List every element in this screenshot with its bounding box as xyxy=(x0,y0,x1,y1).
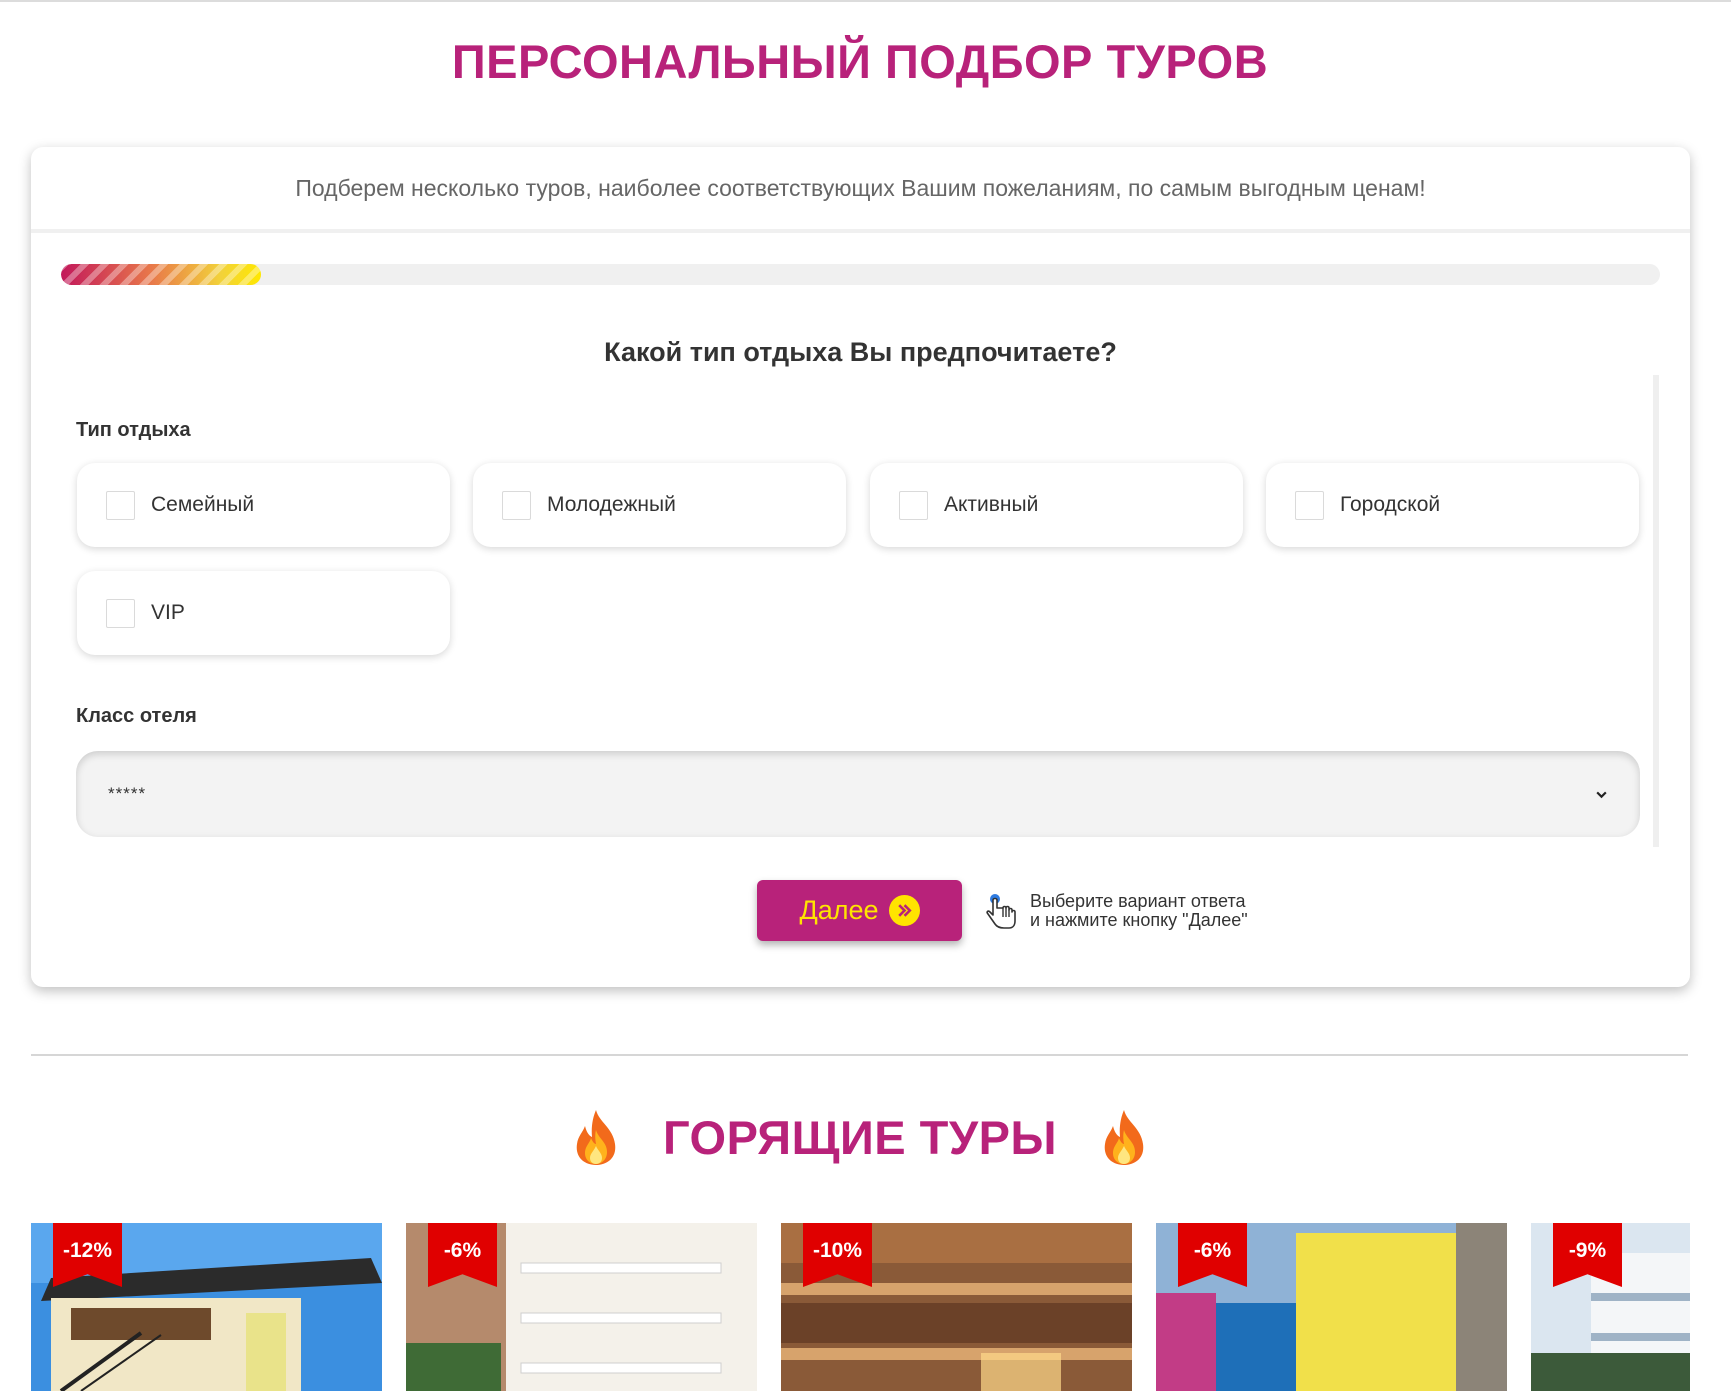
tour-card[interactable]: -9% xyxy=(1531,1223,1690,1391)
tour-card[interactable]: -6% xyxy=(406,1223,757,1391)
fire-icon xyxy=(576,1110,616,1165)
quiz-scrollbar[interactable] xyxy=(1653,375,1659,847)
hot-tours-title: ГОРЯЩИЕ ТУРЫ xyxy=(663,1110,1057,1164)
fire-icon xyxy=(1104,1110,1144,1165)
top-divider xyxy=(0,0,1731,2)
tour-card[interactable]: -12% xyxy=(31,1223,382,1391)
quiz-progress-fill xyxy=(61,264,261,285)
option-active[interactable]: Активный xyxy=(870,463,1243,547)
quiz-subtitle: Подберем несколько туров, наиболее соотв… xyxy=(31,147,1690,233)
option-label: Семейный xyxy=(151,493,255,516)
hot-tours-carousel: -12% -6% -10% -6% -9% xyxy=(31,1223,1690,1391)
option-checkbox[interactable] xyxy=(106,598,135,628)
quiz-progress-bar xyxy=(61,264,1660,285)
hotel-class-value: ***** xyxy=(108,784,147,803)
option-vip[interactable]: VIP xyxy=(77,571,450,655)
hint-text: Выберите вариант ответа и нажмите кнопку… xyxy=(1030,892,1248,930)
quiz-question: Какой тип отдыха Вы предпочитаете? xyxy=(604,337,1117,367)
hot-tours-heading: ГОРЯЩИЕ ТУРЫ xyxy=(0,1108,1720,1166)
option-checkbox[interactable] xyxy=(502,490,531,520)
hotel-class-label: Класс отеля xyxy=(76,705,197,727)
option-checkbox[interactable] xyxy=(106,490,135,520)
section-divider xyxy=(31,1054,1688,1056)
pointing-hand-icon xyxy=(986,894,1016,929)
option-label: Активный xyxy=(944,493,1039,516)
option-label: Молодежный xyxy=(547,493,676,516)
hotel-class-select[interactable]: ***** xyxy=(76,751,1640,837)
tour-card[interactable]: -6% xyxy=(1156,1223,1507,1391)
next-button[interactable]: Далее xyxy=(757,880,962,941)
hint-line-1: Выберите вариант ответа xyxy=(1030,891,1246,911)
double-chevron-right-icon xyxy=(888,895,920,926)
rest-type-label: Тип отдыха xyxy=(76,419,191,441)
option-checkbox[interactable] xyxy=(899,490,928,520)
hint-line-2: и нажмите кнопку "Далее" xyxy=(1030,910,1248,930)
option-family[interactable]: Семейный xyxy=(77,463,450,547)
option-checkbox[interactable] xyxy=(1295,490,1324,520)
option-label: VIP xyxy=(151,601,185,624)
option-label: Городской xyxy=(1340,493,1441,516)
option-youth[interactable]: Молодежный xyxy=(473,463,846,547)
tour-quiz-card: Подберем несколько туров, наиболее соотв… xyxy=(31,147,1690,987)
tour-card[interactable]: -10% xyxy=(781,1223,1132,1391)
next-button-label: Далее xyxy=(799,895,879,925)
page-title: ПЕРСОНАЛЬНЫЙ ПОДБОР ТУРОВ xyxy=(451,35,1269,88)
option-city[interactable]: Городской xyxy=(1266,463,1639,547)
chevron-down-icon xyxy=(1596,791,1607,798)
